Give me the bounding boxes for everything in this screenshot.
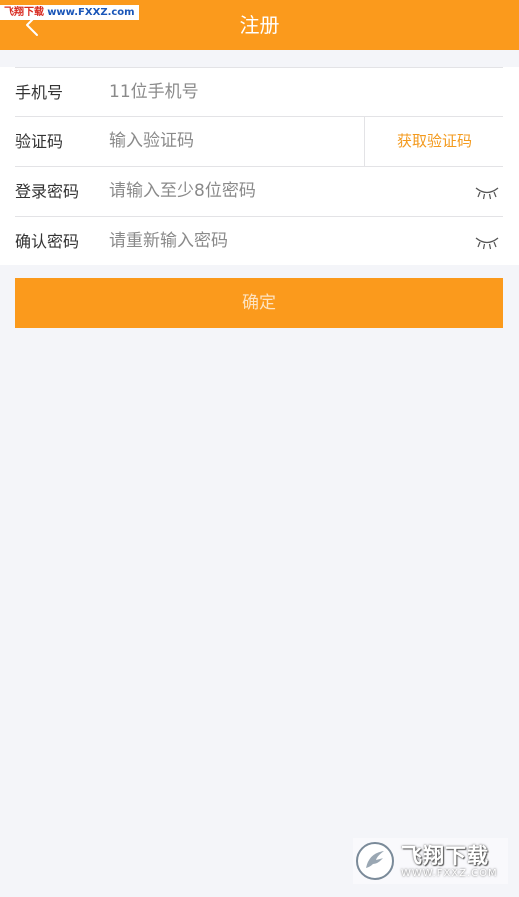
password-row: 登录密码 请输入至少8位密码 xyxy=(15,166,503,216)
confirm-input[interactable]: 请重新输入密码 xyxy=(109,217,228,266)
code-input[interactable]: 输入验证码 xyxy=(109,117,194,166)
phone-label: 手机号 xyxy=(15,83,64,102)
eye-closed-icon[interactable] xyxy=(475,184,499,200)
watermark-brand: 飞翔下载 xyxy=(401,844,489,868)
title-bar: 注册 飞翔下载 www.FXXZ.com xyxy=(0,0,519,50)
phone-row: 手机号 11位手机号 xyxy=(15,67,503,117)
password-label: 登录密码 xyxy=(15,182,80,201)
confirm-label: 确认密码 xyxy=(15,232,80,251)
register-form: 手机号 11位手机号 验证码 输入验证码 获取验证码 登录密码 请输入至少8位密… xyxy=(0,67,519,265)
phone-input[interactable]: 11位手机号 xyxy=(109,68,199,117)
get-code-button[interactable]: 获取验证码 xyxy=(364,117,504,166)
eye-closed-icon[interactable] xyxy=(475,234,499,250)
confirm-button[interactable]: 确定 xyxy=(15,278,503,328)
watermark-top: 飞翔下载 www.FXXZ.com xyxy=(0,5,139,20)
password-input[interactable]: 请输入至少8位密码 xyxy=(109,167,256,216)
watermark-url: WWW.FXXZ.COM xyxy=(401,868,498,879)
watermark-logo-icon xyxy=(356,842,394,880)
code-row: 验证码 输入验证码 获取验证码 xyxy=(15,116,503,166)
code-label: 验证码 xyxy=(15,132,64,151)
watermark-bottom: 飞翔下载 WWW.FXXZ.COM xyxy=(353,838,508,884)
confirm-row: 确认密码 请重新输入密码 xyxy=(15,216,503,266)
